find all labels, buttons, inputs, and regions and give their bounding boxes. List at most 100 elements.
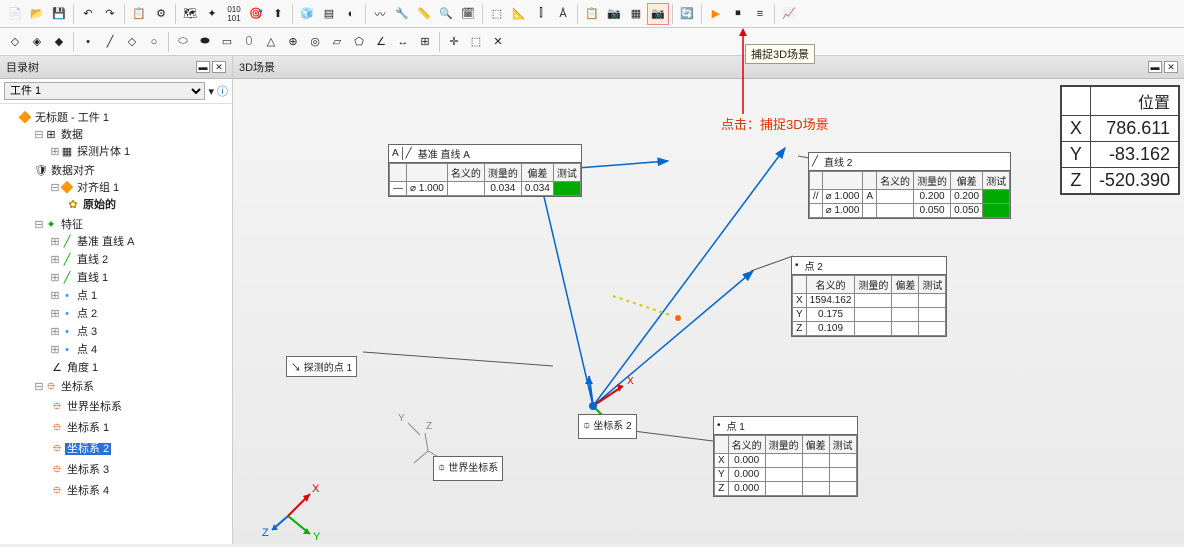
- callout-pt2[interactable]: •点 2 名义的测量的偏差测试 X1594.162 Y0.175 Z0.109: [791, 256, 947, 337]
- stop-button[interactable]: ⏹: [727, 3, 749, 25]
- properties-button[interactable]: 📋: [128, 3, 150, 25]
- cone-button[interactable]: △: [260, 31, 282, 53]
- sidebar-close-button[interactable]: ✕: [212, 61, 226, 73]
- slot-button[interactable]: ⬭: [172, 31, 194, 53]
- callout-line2[interactable]: ╱直线 2 名义的测量的偏差测试 //⌀ 1.000A0.2000.200 ⌀ …: [808, 152, 1011, 219]
- feature-tree[interactable]: 🔶无标题 - 工件 1 ⊟⊞数据 ⊞▦探测片体 1 🛡数据对齐 ⊟🔶对齐组 1 …: [0, 104, 232, 544]
- chart-button[interactable]: 📈: [778, 3, 800, 25]
- wrench-button[interactable]: 🔧: [391, 3, 413, 25]
- shape1-button[interactable]: ◇: [4, 31, 26, 53]
- svg-text:Y: Y: [313, 531, 321, 543]
- dist-tool-button[interactable]: ↔: [392, 31, 414, 53]
- tree-cs2[interactable]: ⯐坐标系 2: [48, 439, 226, 460]
- save-button[interactable]: 💾: [48, 3, 70, 25]
- cube-button[interactable]: 🧊: [296, 3, 318, 25]
- frame-button[interactable]: ⬚: [465, 31, 487, 53]
- tree-data[interactable]: ⊟⊞数据 ⊞▦探测片体 1: [32, 125, 228, 161]
- sidebar-header: 目录树 ▬✕: [0, 56, 232, 79]
- tree-line1[interactable]: ⊞╱直线 1: [48, 268, 226, 286]
- section-button[interactable]: ⫿: [530, 3, 552, 25]
- calc-button[interactable]: 🗓: [457, 3, 479, 25]
- viewport-close-button[interactable]: ✕: [1164, 61, 1178, 73]
- curve-button[interactable]: 〰: [369, 3, 391, 25]
- align-button[interactable]: ⬆: [267, 3, 289, 25]
- tree-cs4[interactable]: ⯐坐标系 4: [48, 481, 226, 502]
- tree-align[interactable]: 🛡数据对齐 ⊟🔶对齐组 1 ✿原始的: [32, 161, 228, 215]
- grid-button[interactable]: ▦: [625, 3, 647, 25]
- compass-button[interactable]: Å: [552, 3, 574, 25]
- star-button[interactable]: ✦: [201, 3, 223, 25]
- shape3-button[interactable]: ◆: [48, 31, 70, 53]
- callout-pt1[interactable]: •点 1 名义的测量的偏差测试 X0.000 Y0.000 Z0.000: [713, 416, 858, 497]
- pos-x: 786.611: [1090, 116, 1178, 142]
- callout-datum-line-a[interactable]: A╱基准 直线 A 名义的测量的偏差测试 —⌀ 1.0000.0340.034: [388, 144, 582, 197]
- redo-button[interactable]: ↷: [99, 3, 121, 25]
- tree-info-button[interactable]: ⓘ: [217, 83, 228, 99]
- play-button[interactable]: ▶: [705, 3, 727, 25]
- probe-button[interactable]: 🗺: [179, 3, 201, 25]
- clipboard-button[interactable]: 📋: [581, 3, 603, 25]
- refresh-button[interactable]: 🔄: [676, 3, 698, 25]
- callout-world-cs[interactable]: ⯐ 世界坐标系: [433, 456, 503, 481]
- workpiece-select[interactable]: 工件 1: [4, 82, 205, 100]
- align-icon: 🛡: [34, 164, 48, 177]
- list-button[interactable]: ≡: [749, 3, 771, 25]
- viewport-title: 3D场景: [239, 59, 275, 75]
- angle-tool-button[interactable]: ∠: [370, 31, 392, 53]
- tree-datum-a[interactable]: ⊞╱基准 直线 A: [48, 232, 226, 250]
- sidebar-title: 目录树: [6, 59, 39, 75]
- tree-expand-button[interactable]: ▾: [208, 85, 214, 98]
- zoom-button[interactable]: 🔍: [435, 3, 457, 25]
- settings-button[interactable]: ⚙: [150, 3, 172, 25]
- tree-pt4[interactable]: ⊞•点 4: [48, 340, 226, 358]
- viewport-min-button[interactable]: ▬: [1148, 61, 1162, 73]
- select-button[interactable]: ⬚: [486, 3, 508, 25]
- undo-button[interactable]: ↶: [77, 3, 99, 25]
- poly-button[interactable]: ⬠: [348, 31, 370, 53]
- open-file-button[interactable]: 📂: [26, 3, 48, 25]
- tree-angle1[interactable]: ∠角度 1: [48, 358, 226, 376]
- tree-align-group[interactable]: ⊟🔶对齐组 1 ✿原始的: [48, 178, 226, 214]
- surf-button[interactable]: ▱: [326, 31, 348, 53]
- slice-button[interactable]: ◐: [340, 3, 362, 25]
- plane-tool-button[interactable]: ◇: [121, 31, 143, 53]
- workpiece-icon: 🔶: [18, 111, 32, 124]
- tree-root[interactable]: 🔶无标题 - 工件 1 ⊟⊞数据 ⊞▦探测片体 1 🛡数据对齐 ⊟🔶对齐组 1 …: [16, 108, 230, 504]
- new-file-button[interactable]: 📄: [4, 3, 26, 25]
- tree-pt1[interactable]: ⊞•点 1: [48, 286, 226, 304]
- data-button[interactable]: 010101: [223, 3, 245, 25]
- tree-world[interactable]: ⯐世界坐标系: [48, 397, 226, 418]
- pattern-button[interactable]: ⊞: [414, 31, 436, 53]
- layers-button[interactable]: ▤: [318, 3, 340, 25]
- callout-probed-pt1[interactable]: ↘ 探测的点 1: [286, 356, 357, 377]
- axis-button[interactable]: ✛: [443, 31, 465, 53]
- ellipse-button[interactable]: ⬬: [194, 31, 216, 53]
- tree-features[interactable]: ⊟✦特征 ⊞╱基准 直线 A ⊞╱直线 2 ⊞╱直线 1 ⊞•点 1 ⊞•点 2…: [32, 215, 228, 377]
- viewport-3d[interactable]: 3D场景 ▬✕ 捕捉3D场景 点击：捕捉3D场景: [233, 56, 1184, 544]
- sidebar-min-button[interactable]: ▬: [196, 61, 210, 73]
- viewport-header: 3D场景 ▬✕: [233, 56, 1184, 79]
- circle-tool-button[interactable]: ○: [143, 31, 165, 53]
- measure-button[interactable]: 📏: [413, 3, 435, 25]
- ruler-button[interactable]: 📐: [508, 3, 530, 25]
- cylinder-button[interactable]: ⬯: [238, 31, 260, 53]
- callout-cs2[interactable]: ⯐ 坐标系 2: [578, 414, 637, 439]
- tree-original[interactable]: ✿原始的: [64, 195, 224, 213]
- tree-coord[interactable]: ⊟⯐坐标系 ⯐世界坐标系 ⯐坐标系 1 ⯐坐标系 2 ⯐坐标系 3 ⯐坐标系 4: [32, 377, 228, 503]
- tree-cs3[interactable]: ⯐坐标系 3: [48, 460, 226, 481]
- line-tool-button[interactable]: ╱: [99, 31, 121, 53]
- rect-button[interactable]: ▭: [216, 31, 238, 53]
- cross-button[interactable]: ✕: [487, 31, 509, 53]
- snapshot-button[interactable]: 📷: [603, 3, 625, 25]
- tree-pt3[interactable]: ⊞•点 3: [48, 322, 226, 340]
- tree-cs1[interactable]: ⯐坐标系 1: [48, 418, 226, 439]
- tree-line2[interactable]: ⊞╱直线 2: [48, 250, 226, 268]
- sphere-button[interactable]: ⊕: [282, 31, 304, 53]
- target-button[interactable]: 🎯: [245, 3, 267, 25]
- tree-probe-body[interactable]: ⊞▦探测片体 1: [48, 142, 226, 160]
- shape2-button[interactable]: ◈: [26, 31, 48, 53]
- point-tool-button[interactable]: •: [77, 31, 99, 53]
- capture-3d-scene-button[interactable]: 📷: [647, 3, 669, 25]
- tree-pt2[interactable]: ⊞•点 2: [48, 304, 226, 322]
- torus-button[interactable]: ◎: [304, 31, 326, 53]
